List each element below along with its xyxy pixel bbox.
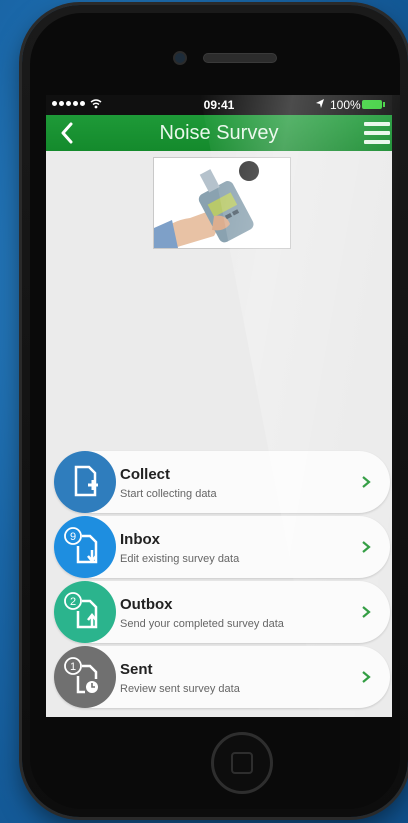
page-title: Noise Survey <box>159 122 279 144</box>
sent-icon-circle: 1 <box>54 646 116 708</box>
home-button[interactable] <box>211 732 273 794</box>
inbox-icon-circle: 9 <box>54 516 116 578</box>
battery-tip <box>383 102 385 107</box>
outbox-icon-circle: 2 <box>54 581 116 643</box>
outbox-document-icon: 2 <box>64 592 98 629</box>
outbox-subtitle: Send your completed survey data <box>120 618 284 630</box>
outbox-menu-item[interactable]: 2 Outbox Send your completed survey data <box>54 581 390 643</box>
inbox-document-icon: 9 <box>64 527 98 564</box>
survey-thumbnail <box>153 157 291 249</box>
collect-menu-item[interactable]: Collect Start collecting data <box>54 451 390 513</box>
front-camera <box>173 51 187 65</box>
sent-menu-item[interactable]: 1 Sent Review sent survey data <box>54 646 390 708</box>
location-arrow-icon <box>316 99 324 108</box>
sent-subtitle: Review sent survey data <box>120 683 240 695</box>
outbox-title: Outbox <box>120 596 173 613</box>
earpiece-speaker <box>203 53 277 63</box>
home-square-icon <box>231 752 253 774</box>
battery-percentage: 100% <box>330 98 361 112</box>
status-bar: 09:41 100% <box>46 95 392 115</box>
sent-title: Sent <box>120 661 153 678</box>
collect-subtitle: Start collecting data <box>120 488 217 500</box>
chevron-right-icon <box>362 541 371 553</box>
collect-icon-circle <box>54 451 116 513</box>
chevron-right-icon <box>362 606 371 618</box>
outbox-badge: 2 <box>70 596 76 608</box>
navigation-bar: Noise Survey <box>46 115 392 151</box>
chevron-right-icon <box>362 476 371 488</box>
hamburger-menu-icon[interactable] <box>364 122 390 144</box>
inbox-subtitle: Edit existing survey data <box>120 553 240 565</box>
chevron-right-icon <box>362 671 371 683</box>
inbox-title: Inbox <box>120 531 160 548</box>
battery-icon <box>362 100 382 109</box>
inbox-badge: 9 <box>70 531 76 543</box>
sent-badge: 1 <box>70 661 76 673</box>
sound-level-meter-image <box>154 158 290 248</box>
sent-document-clock-icon: 1 <box>64 657 98 694</box>
app-screen: 09:41 100% Noise Survey Collect Start co… <box>46 95 392 717</box>
inbox-menu-item[interactable]: 9 Inbox Edit existing survey data <box>54 516 390 578</box>
new-document-icon <box>74 465 98 497</box>
collect-title: Collect <box>120 466 171 483</box>
